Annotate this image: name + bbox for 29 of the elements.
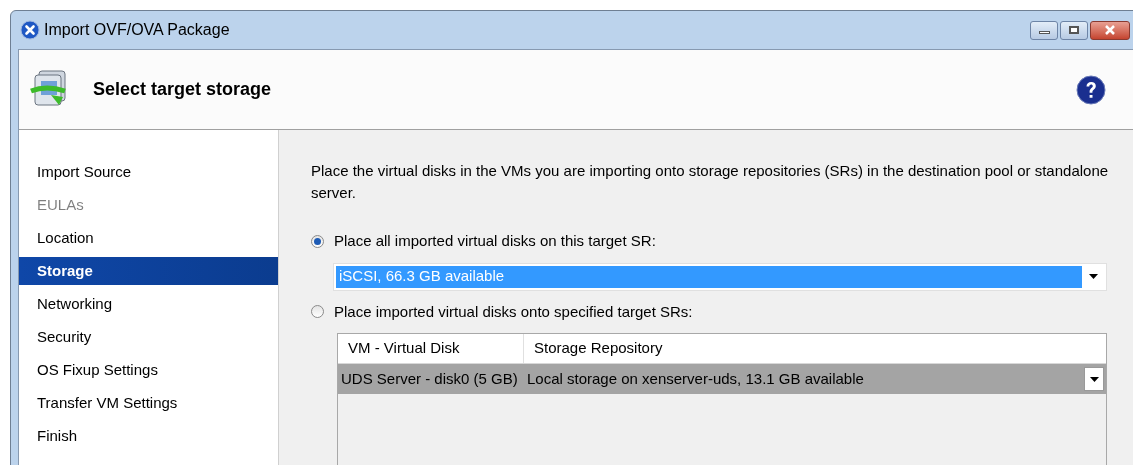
dropdown-button[interactable] (1084, 367, 1104, 391)
column-header[interactable]: VM - Virtual Disk (338, 334, 524, 363)
sidebar-item[interactable]: Import Source (19, 158, 278, 186)
page-title: Select target storage (93, 78, 272, 101)
close-button[interactable] (1090, 20, 1130, 40)
minimize-button[interactable] (1030, 20, 1058, 40)
caret-icon (1089, 376, 1099, 382)
sidebar-item[interactable]: Storage (19, 257, 278, 285)
help-icon[interactable] (1076, 74, 1106, 105)
sidebar-item[interactable]: Networking (19, 290, 278, 318)
table-cell-text: UDS Server - disk0 (5 GB) (340, 368, 519, 389)
sidebar-item[interactable]: Location (19, 224, 278, 252)
sidebar-item[interactable]: Finish (19, 422, 278, 450)
sidebar-item[interactable]: OS Fixup Settings (19, 356, 278, 384)
radio-button[interactable] (311, 305, 324, 319)
caret-icon (1088, 274, 1098, 279)
description-text: Place the virtual disks in the VMs you are importing onto storage repositories (SRs) in the destination pool or standalone server. (311, 161, 1110, 203)
sidebar-item[interactable]: Transfer VM Settings (19, 389, 278, 417)
table-cell-text: Local storage on xenserver-uds, 13.1 GB available (526, 368, 865, 389)
sidebar-item[interactable]: Security (19, 323, 278, 351)
window-title: Import OVF/OVA Package (44, 20, 230, 40)
radio-option[interactable]: Place all imported virtual disks on this target SR: (311, 230, 1111, 253)
column-header[interactable]: Storage Repository (524, 334, 1106, 363)
close-circle-icon (20, 20, 40, 40)
table-row[interactable]: UDS Server - disk0 (5 GB) Local storage on xenserver-uds, 13.1 GB available (338, 364, 1106, 394)
maximize-button[interactable] (1060, 20, 1088, 40)
close-icon (1104, 25, 1116, 35)
radio-option[interactable]: Place imported virtual disks onto specified target SRs: (311, 300, 1111, 323)
radio-button[interactable] (311, 234, 324, 248)
